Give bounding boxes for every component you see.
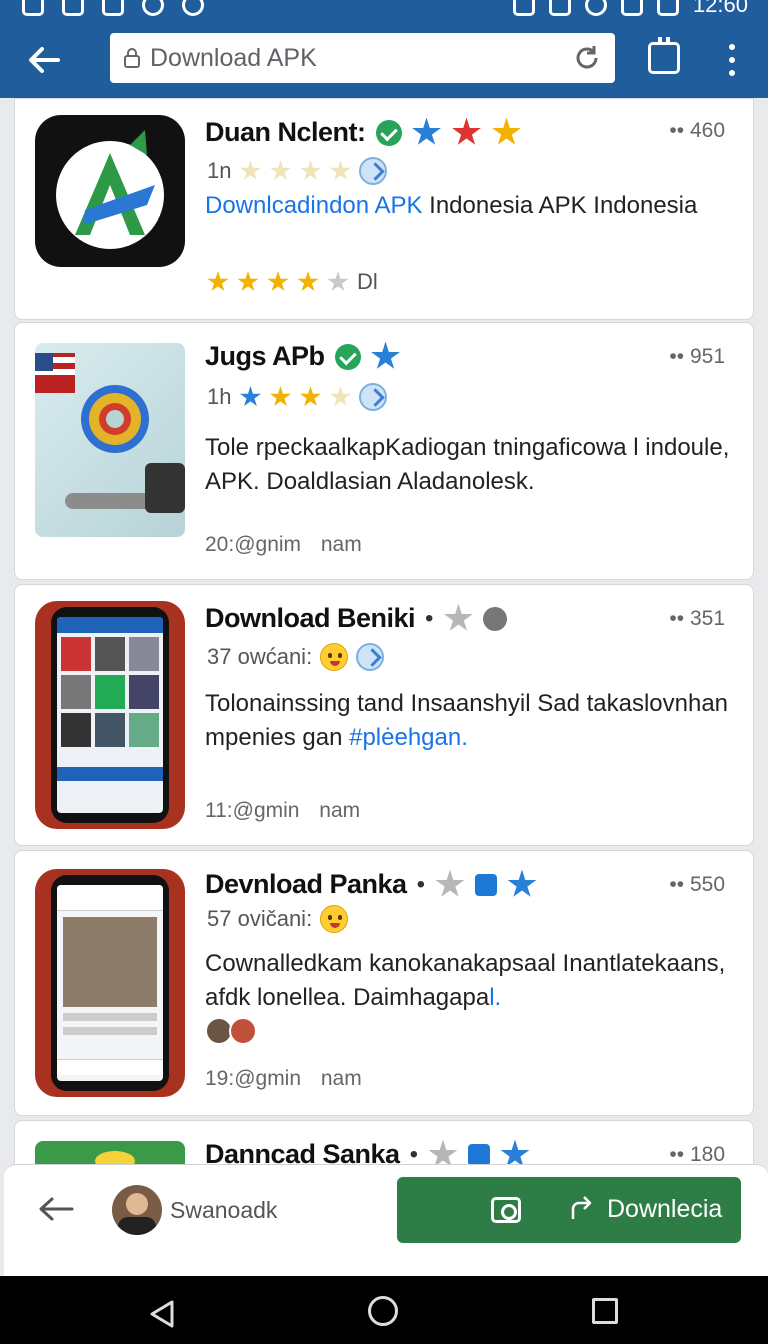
star-icon (269, 386, 292, 407)
star-icon (267, 271, 289, 292)
verified-icon (334, 343, 361, 370)
nav-recents-icon[interactable] (592, 1298, 618, 1324)
nav-back-icon[interactable] (146, 1298, 178, 1330)
star-icon (452, 117, 481, 145)
app-artwork-icon (35, 353, 185, 513)
url-text: Download APK (150, 43, 317, 72)
star-icon (435, 869, 465, 897)
download-count: •• 351 (669, 607, 725, 630)
list-item[interactable]: Duan Nclent: •• 460 1n Downlcadindon APK… (14, 98, 754, 320)
star-icon (327, 271, 349, 292)
back-arrow-icon[interactable] (24, 40, 64, 80)
verified-badge-icon (356, 643, 385, 671)
app-icon (35, 115, 185, 267)
star-icon (444, 603, 473, 631)
app-meta: 1h (207, 384, 232, 409)
more-icon (483, 606, 508, 631)
star-icon (412, 117, 441, 145)
download-label: Downlecia (607, 1195, 723, 1223)
star-icon (299, 160, 322, 181)
star-icon (269, 160, 292, 181)
status-time: 12:60 (692, 0, 748, 17)
bluetooth-icon (512, 0, 535, 16)
notification-icon (142, 0, 164, 16)
overflow-menu-icon[interactable] (722, 40, 742, 80)
list-item[interactable]: Download Beniki • •• 351 37 owćani: Tolo… (14, 584, 754, 846)
app-title: Devnload Panka (205, 869, 407, 899)
app-screenshot (35, 869, 185, 1097)
tabs-icon[interactable] (648, 37, 680, 74)
star-icon (239, 386, 262, 407)
app-description: Tolonainssing tand Insaanshyil Sad takas… (205, 690, 729, 751)
notification-icon (102, 0, 124, 16)
download-button[interactable]: Downlecia (397, 1177, 741, 1243)
app-description: Downlcadindon APK Indonesia APK Indonesi… (205, 192, 698, 219)
system-nav-bar (0, 1276, 768, 1344)
app-badge-icon (474, 873, 497, 896)
browser-toolbar: Download APK (0, 18, 768, 98)
bottom-action-bar: Swanoadk Downlecia (4, 1164, 768, 1276)
apk-logo-icon (56, 130, 164, 249)
star-icon (371, 341, 400, 369)
app-meta: 37 owćani: (207, 644, 313, 669)
star-icon (297, 271, 319, 292)
download-count: •• 951 (669, 345, 725, 368)
verified-badge-icon (359, 157, 388, 185)
avatar (229, 1017, 257, 1045)
camera-icon (491, 1197, 521, 1223)
reload-icon[interactable] (573, 44, 601, 72)
nav-home-icon[interactable] (368, 1296, 398, 1326)
app-title: Download Beniki (205, 603, 416, 633)
timestamp: 11:@gmin nam (205, 799, 361, 822)
download-count: •• 460 (669, 119, 725, 142)
star-icon (207, 271, 229, 292)
rating-suffix: Dl (357, 269, 378, 294)
notification-icon (182, 0, 204, 16)
star-icon (507, 869, 537, 897)
emoji-icon (320, 643, 349, 671)
status-bar: 12:60 (0, 0, 768, 18)
avatar[interactable] (112, 1185, 162, 1235)
notification-icon (62, 0, 84, 16)
app-description: Tole rpeckaalkapKadiogan tningaficowa l … (205, 434, 730, 495)
star-icon (299, 386, 322, 407)
mute-icon (548, 0, 571, 16)
list-item[interactable]: Devnload Panka • •• 550 57 ovičani: Cown… (14, 850, 754, 1116)
star-icon (329, 160, 352, 181)
share-icon (571, 1196, 592, 1219)
description-link[interactable]: l. (489, 984, 501, 1011)
timestamp: 20:@gnim nam (205, 533, 362, 556)
back-arrow-icon[interactable] (36, 1193, 76, 1225)
star-icon (492, 117, 521, 145)
list-item[interactable]: Jugs APb •• 951 1h Tole rpeckaalkapKadio… (14, 322, 754, 580)
app-meta: 57 ovičani: (207, 906, 313, 931)
description-link[interactable]: Downlcadindon APK (205, 192, 422, 219)
lock-icon (124, 48, 140, 68)
app-title: Duan Nclent: (205, 117, 366, 147)
user-name: Swanoadk (170, 1197, 278, 1223)
wifi-icon (584, 0, 607, 16)
timestamp: 19:@gmin nam (205, 1067, 362, 1090)
address-bar[interactable]: Download APK (110, 33, 615, 83)
notification-icon (22, 0, 44, 16)
download-count: •• 550 (669, 873, 725, 896)
star-icon (239, 160, 262, 181)
app-meta: 1n (207, 158, 232, 183)
app-screenshot (35, 601, 185, 829)
app-title: Jugs APb (205, 341, 325, 371)
battery-icon (656, 0, 679, 16)
star-icon (237, 271, 259, 292)
app-description: Cownalledkam kanokanakapsaal Inantlateka… (205, 950, 726, 1011)
verified-icon (375, 119, 402, 146)
reviewer-avatars (205, 1017, 257, 1045)
signal-icon (620, 0, 643, 16)
app-badge-icon (467, 1143, 490, 1166)
star-icon (329, 386, 352, 407)
app-icon (35, 343, 185, 537)
emoji-icon (320, 905, 349, 933)
verified-badge-icon (359, 383, 388, 411)
description-link[interactable]: #plėehgan. (349, 724, 468, 751)
